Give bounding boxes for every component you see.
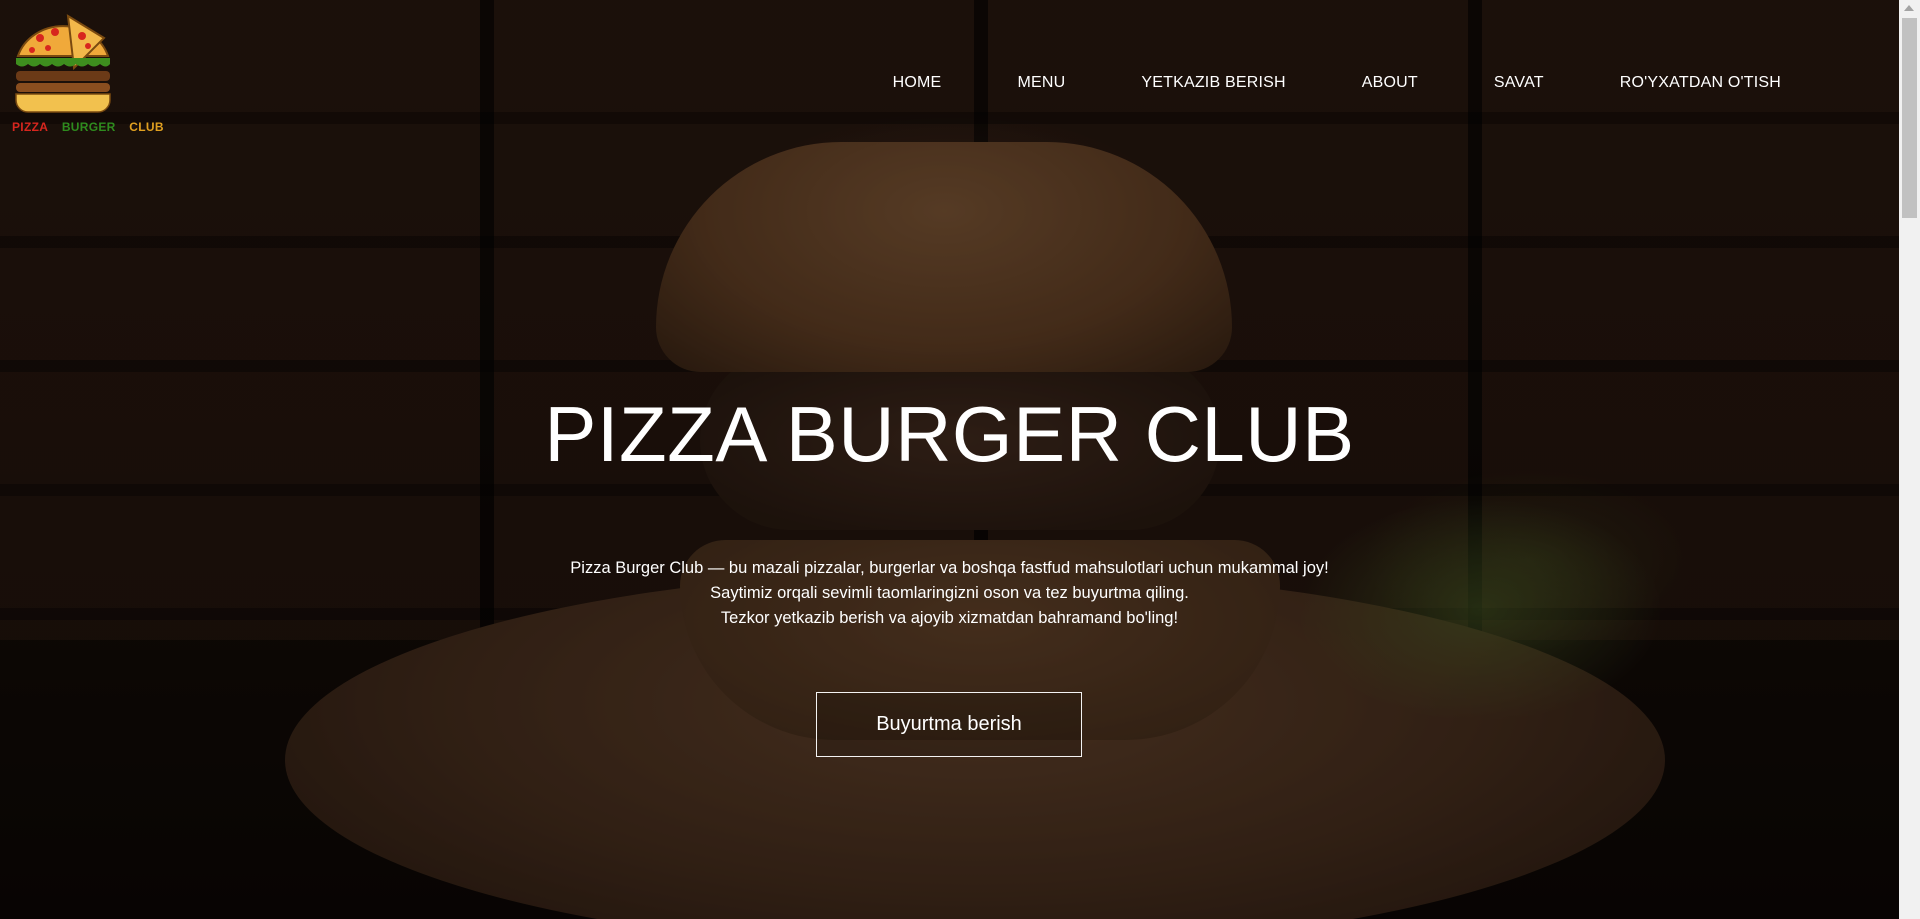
nav-item-about[interactable]: ABOUT bbox=[1362, 70, 1418, 96]
main-navigation: HOME MENU YETKAZIB BERISH ABOUT SAVAT RO… bbox=[893, 70, 1781, 96]
nav-item-cart[interactable]: SAVAT bbox=[1494, 70, 1544, 96]
hero-description-line-2: Saytimiz orqali sevimli taomlaringizni o… bbox=[710, 584, 1189, 602]
hero-description-line-1: Pizza Burger Club — bu mazali pizzalar, … bbox=[570, 559, 1329, 577]
vertical-scrollbar[interactable] bbox=[1899, 0, 1920, 919]
hero-section: PIZZA BURGER CLUB HOME MENU YETKAZIB BER… bbox=[0, 0, 1899, 919]
hero-description: Pizza Burger Club — bu mazali pizzalar, … bbox=[0, 556, 1899, 631]
nav-item-register[interactable]: RO'YXATDAN O'TISH bbox=[1620, 70, 1781, 96]
pizza-burger-logo-icon[interactable] bbox=[10, 8, 120, 138]
nav-item-delivery[interactable]: YETKAZIB BERISH bbox=[1141, 70, 1285, 96]
logo-word-burger: BURGER bbox=[61, 120, 116, 134]
hero-title: PIZZA BURGER CLUB bbox=[544, 390, 1355, 478]
scrollbar-thumb[interactable] bbox=[1902, 18, 1917, 218]
logo-word-pizza: PIZZA bbox=[12, 120, 49, 134]
scroll-up-arrow-icon[interactable] bbox=[1904, 5, 1914, 11]
logo-wordmark: PIZZA BURGER CLUB bbox=[12, 120, 174, 134]
nav-item-menu[interactable]: MENU bbox=[1017, 70, 1065, 96]
logo-word-club: CLUB bbox=[129, 120, 164, 134]
nav-item-home[interactable]: HOME bbox=[893, 70, 942, 96]
hero-description-line-3: Tezkor yetkazib berish va ajoyib xizmatd… bbox=[720, 609, 1179, 627]
order-button[interactable]: Buyurtma berish bbox=[816, 692, 1082, 757]
